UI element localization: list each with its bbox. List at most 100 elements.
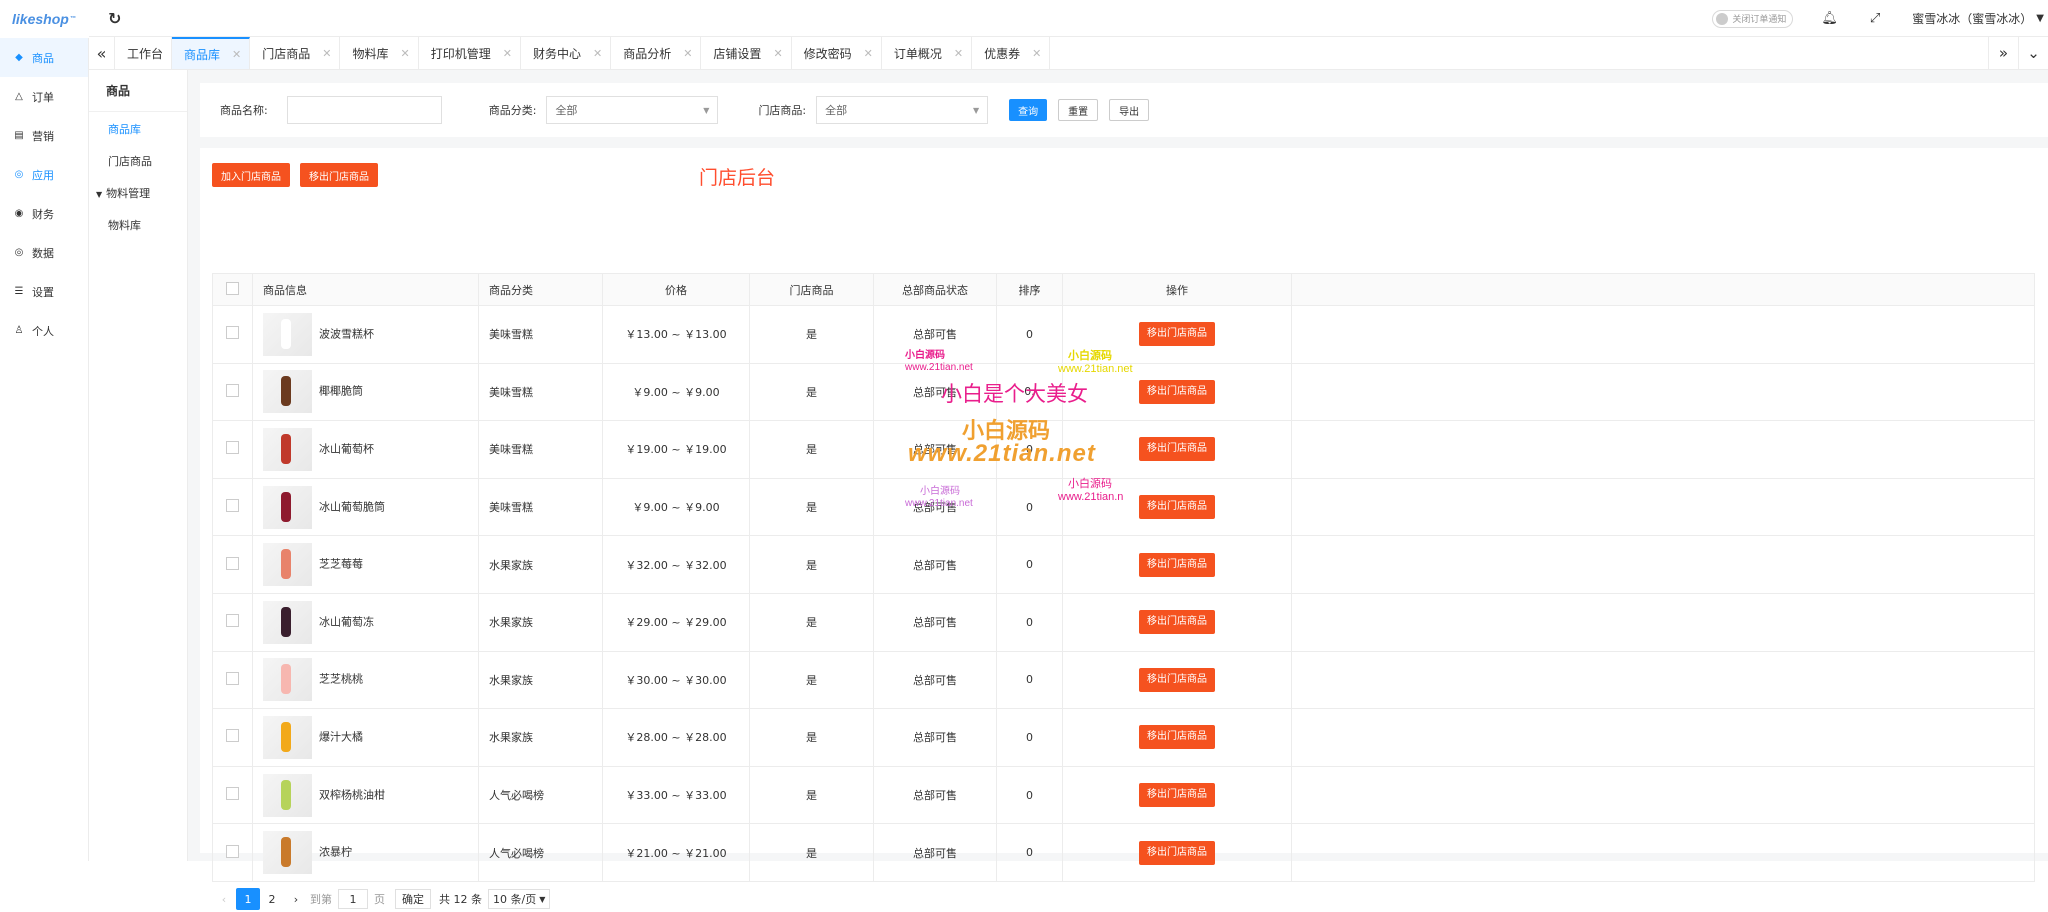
remove-from-store-button[interactable]: 移出门店商品 — [1139, 495, 1215, 520]
sidebar-item-personal[interactable]: ♙ 个人 — [0, 311, 88, 350]
remove-from-store-button[interactable]: 移出门店商品 — [1139, 783, 1215, 808]
goods-price: ￥32.00 ~ ￥32.00 — [602, 535, 750, 594]
tab-coupons[interactable]: 优惠券 ✕ — [972, 37, 1051, 69]
row-actions-cell: 移出门店商品 — [1062, 362, 1292, 422]
row-checkbox[interactable] — [226, 499, 239, 513]
tabs-menu-icon[interactable]: ⌄ — [2018, 37, 2048, 70]
row-checkbox[interactable] — [226, 326, 239, 340]
remove-from-store-button[interactable]: 移出门店商品 — [1139, 552, 1215, 577]
tab-goods-library[interactable]: 商品库 ✕ — [172, 37, 251, 69]
store-goods-flag: 是 — [749, 420, 874, 479]
sidebar-item-finance[interactable]: ◉ 财务 — [0, 194, 88, 233]
remove-from-store-button[interactable]: 移出门店商品 — [1139, 379, 1215, 404]
tab-change-password[interactable]: 修改密码 ✕ — [792, 37, 882, 69]
table-row: 芝芝莓莓 水果家族 ￥32.00 ~ ￥32.00 是总部可售 0 移出门店商品 — [212, 535, 2035, 594]
prev-page-icon[interactable]: ‹ — [212, 888, 236, 910]
tab-finance[interactable]: 财务中心 ✕ — [521, 37, 612, 69]
subnav-item-goods-library[interactable]: 商品库 — [89, 114, 187, 146]
close-icon[interactable]: ✕ — [683, 47, 692, 60]
row-checkbox[interactable] — [226, 844, 239, 858]
tab-label: 优惠券 — [984, 46, 1021, 61]
close-icon[interactable]: ✕ — [1032, 47, 1041, 60]
hq-status: 总部可售 — [873, 708, 997, 767]
sidebar-item-marketing[interactable]: ▤ 营销 — [0, 116, 88, 155]
select-all-checkbox[interactable] — [226, 281, 239, 295]
row-checkbox[interactable] — [226, 614, 239, 628]
close-icon[interactable]: ✕ — [232, 48, 241, 61]
name-input[interactable] — [286, 96, 442, 124]
remove-from-store-button[interactable]: 移出门店商品 — [300, 163, 378, 187]
chevron-down-icon[interactable]: ▼ — [2036, 13, 2044, 24]
close-icon[interactable]: ✕ — [773, 47, 782, 60]
close-icon[interactable]: ✕ — [864, 47, 873, 60]
goto-page-input[interactable]: 1 — [338, 889, 368, 909]
subnav-group-material[interactable]: ▼ 物料管理 — [89, 178, 187, 210]
tab-label: 修改密码 — [803, 46, 852, 61]
sidebar-item-label: 应用 — [32, 168, 54, 182]
sidebar-item-goods[interactable]: ◆ 商品 — [0, 38, 88, 77]
goto-confirm-button[interactable]: 确定 — [395, 889, 431, 909]
goods-name: 冰山葡萄杯 — [319, 442, 374, 456]
close-icon[interactable]: ✕ — [593, 47, 602, 60]
sidebar-item-apps[interactable]: ◎ 应用 — [0, 155, 88, 194]
close-icon[interactable]: ✕ — [954, 47, 963, 60]
likeshop-logo[interactable]: likeshop ™ — [0, 0, 89, 38]
row-checkbox[interactable] — [226, 787, 239, 801]
page-2[interactable]: 2 — [260, 888, 284, 910]
data-icon: ◎ — [14, 247, 24, 258]
row-checkbox[interactable] — [226, 441, 239, 455]
next-page-icon[interactable]: › — [284, 888, 308, 910]
reset-button[interactable]: 重置 — [1058, 99, 1099, 121]
select-value: 全部 — [825, 104, 848, 117]
close-icon[interactable]: ✕ — [401, 47, 410, 60]
row-actions-cell: 移出门店商品 — [1062, 708, 1292, 767]
tabs-scroll-left-icon[interactable]: « — [89, 37, 115, 69]
remove-from-store-button[interactable]: 移出门店商品 — [1139, 610, 1215, 635]
tab-goods-analysis[interactable]: 商品分析 ✕ — [611, 37, 702, 69]
export-button[interactable]: 导出 — [1109, 99, 1150, 121]
sidebar-item-orders[interactable]: △ 订单 — [0, 77, 88, 116]
remove-from-store-button[interactable]: 移出门店商品 — [1139, 322, 1215, 347]
sidebar-item-data[interactable]: ◎ 数据 — [0, 233, 88, 272]
row-select-cell — [212, 708, 253, 767]
row-checkbox[interactable] — [226, 729, 239, 743]
goods-price: ￥21.00 ~ ￥21.00 — [602, 823, 750, 882]
remove-from-store-button[interactable]: 移出门店商品 — [1139, 437, 1215, 462]
subnav-item-store-goods[interactable]: 门店商品 — [89, 146, 187, 178]
row-checkbox[interactable] — [226, 671, 239, 685]
add-to-store-button[interactable]: 加入门店商品 — [212, 163, 290, 187]
goods-thumbnail-shape — [281, 606, 291, 637]
order-notify-toggle[interactable]: 关闭订单通知 — [1712, 9, 1794, 28]
close-icon[interactable]: ✕ — [503, 47, 512, 60]
tab-shop-settings[interactable]: 店铺设置 ✕ — [701, 37, 792, 69]
store-goods-flag: 是 — [749, 708, 874, 767]
sidebar-item-settings[interactable]: ☰ 设置 — [0, 272, 88, 311]
row-actions-cell: 移出门店商品 — [1062, 305, 1292, 364]
goods-price: ￥19.00 ~ ￥19.00 — [602, 420, 750, 479]
remove-from-store-button[interactable]: 移出门店商品 — [1139, 667, 1215, 692]
bell-icon[interactable]: 🔔︎ — [1821, 11, 1838, 26]
tab-store-goods[interactable]: 门店商品 ✕ — [250, 37, 341, 69]
category-select[interactable]: 全部 ▼ — [546, 96, 719, 124]
tab-printer[interactable]: 打印机管理 ✕ — [419, 37, 521, 69]
row-checkbox[interactable] — [226, 556, 239, 570]
tab-material-library[interactable]: 物料库 ✕ — [340, 37, 419, 69]
refresh-icon[interactable]: ↻ — [108, 9, 121, 28]
page-size-select[interactable]: 10 条/页 ▼ — [488, 889, 551, 909]
subnav-item-material-library[interactable]: 物料库 — [89, 210, 187, 242]
close-icon[interactable]: ✕ — [322, 47, 331, 60]
tab-workbench[interactable]: 工作台 — [115, 37, 173, 69]
remove-from-store-button[interactable]: 移出门店商品 — [1139, 725, 1215, 750]
fullscreen-icon[interactable]: ⤢ — [1870, 11, 1880, 26]
row-checkbox[interactable] — [226, 383, 239, 397]
goods-info-cell: 冰山葡萄脆筒 — [252, 477, 479, 537]
page-1[interactable]: 1 — [236, 888, 260, 910]
user-menu[interactable]: 蜜雪冰冰（蜜雪冰冰） — [1912, 10, 2032, 27]
sort-value: 0 — [996, 535, 1063, 594]
remove-from-store-button[interactable]: 移出门店商品 — [1139, 840, 1215, 865]
tabs-scroll-right-icon[interactable]: » — [1988, 37, 2018, 70]
query-button[interactable]: 查询 — [1009, 99, 1048, 121]
store-goods-select[interactable]: 全部 ▼ — [816, 96, 989, 124]
tab-controls: » ⌄ — [1988, 37, 2048, 70]
tab-order-overview[interactable]: 订单概况 ✕ — [882, 37, 973, 69]
